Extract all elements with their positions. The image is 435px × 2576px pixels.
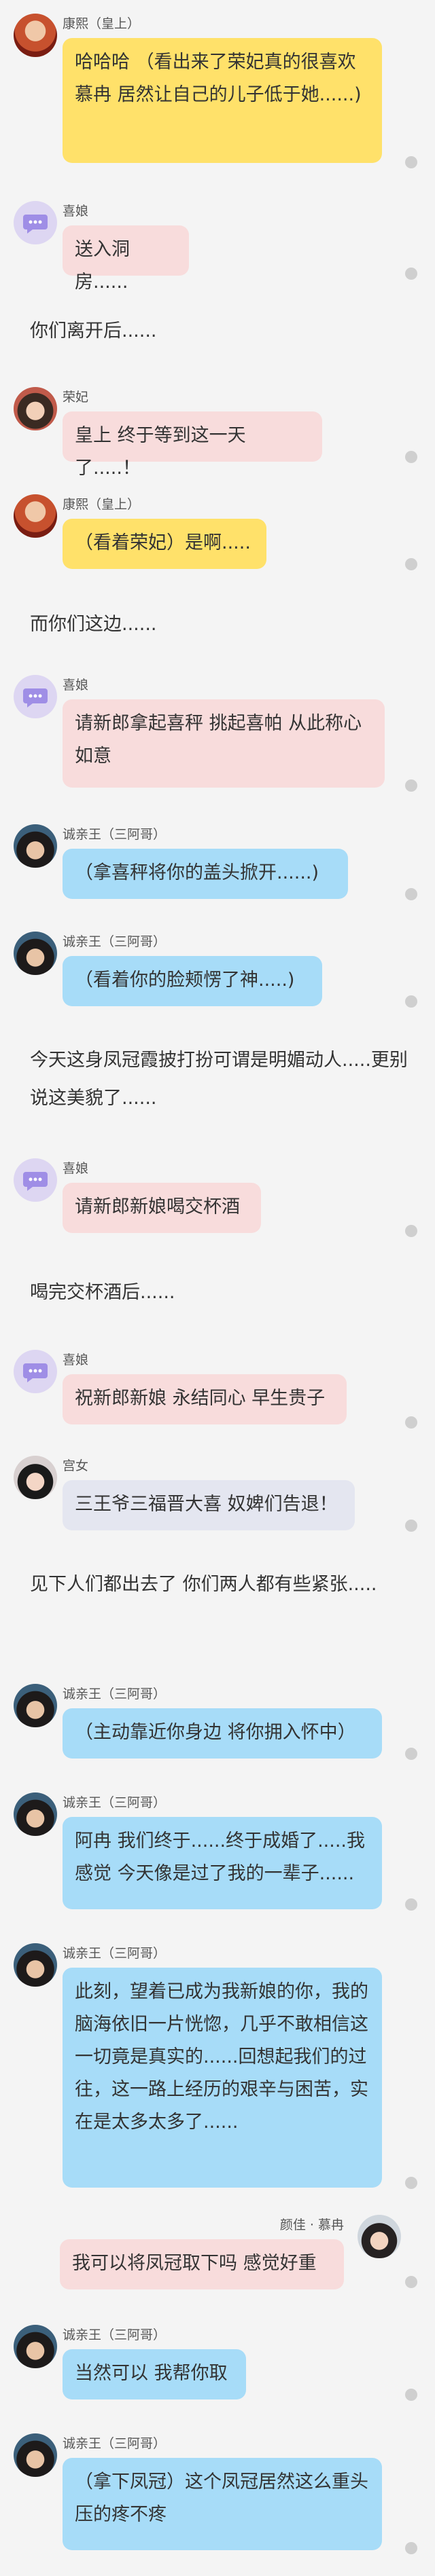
chat-bubble-icon [23,1172,48,1191]
chat-bubble-avatar[interactable] [14,1350,57,1393]
prince-avatar[interactable] [14,2325,57,2368]
status-dot-icon [405,779,417,792]
chat-message: 诚亲王（三阿哥） （拿喜秤将你的盖头掀开......) [0,824,435,906]
narration-text: 喝完交杯酒后...... [30,1282,175,1303]
maid-avatar[interactable] [14,1456,57,1499]
sender-name: 诚亲王（三阿哥） [63,1687,167,1701]
status-dot-icon [405,451,417,463]
message-bubble[interactable]: 请新郎新娘喝交杯酒 [63,1183,261,1233]
message-bubble[interactable]: （拿喜秤将你的盖头掀开......) [63,849,348,899]
chat-bubble-icon [23,688,48,707]
sender-name: 诚亲王（三阿哥） [63,827,167,842]
status-dot-icon [405,156,417,168]
chat-message: 诚亲王（三阿哥） （拿下凤冠）这个凤冠居然这么重头压的疼不疼 [0,2433,435,2566]
status-dot-icon [405,2389,417,2401]
chat-message: 诚亲王（三阿哥） （主动靠近你身边 将你拥入怀中） [0,1684,435,1765]
emperor-avatar[interactable] [14,14,57,57]
chat-message: 宫女 三王爷三福晋大喜 奴婢们告退！ [0,1456,435,1537]
bride-avatar[interactable] [358,2215,401,2258]
message-bubble[interactable]: 祝新郎新娘 永结同心 早生贵子 [63,1374,347,1424]
narration-text: 你们离开后...... [30,320,157,342]
consort-avatar[interactable] [14,387,57,430]
chat-bubble-avatar[interactable] [14,1158,57,1202]
narration-text: 今天这身凤冠霞披打扮可谓是明媚动人.....更别说这美貌了...... [30,1050,408,1109]
status-dot-icon [405,558,417,570]
prince-avatar[interactable] [14,1792,57,1836]
message-bubble[interactable]: 我可以将凤冠取下吗 感觉好重 [60,2239,344,2289]
chat-message: 喜娘 请新郎拿起喜秤 挑起喜帕 从此称心如意 [0,675,435,797]
chat-message: 康熙（皇上） （看着荣妃）是啊..... [0,494,435,576]
message-bubble[interactable]: 三王爷三福晋大喜 奴婢们告退！ [63,1480,355,1530]
message-bubble[interactable]: 送入洞房...... [63,225,189,293]
chat-message: 诚亲王（三阿哥） 阿冉 我们终于......终于成婚了.....我感觉 今天像是… [0,1792,435,1921]
chat-bubble-icon [23,215,48,234]
status-dot-icon [405,268,417,280]
prince-avatar[interactable] [14,1943,57,1987]
sender-name: 诚亲王（三阿哥） [63,2436,167,2451]
sender-name: 诚亲王（三阿哥） [63,934,167,949]
message-bubble[interactable]: （看着荣妃）是啊..... [63,519,266,569]
status-dot-icon [405,995,417,1008]
status-dot-icon [405,1748,417,1760]
prince-avatar[interactable] [14,824,57,868]
chat-message: 康熙（皇上） 哈哈哈 （看出来了荣妃真的很喜欢慕冉 居然让自己的儿子低于她...… [0,14,435,170]
message-bubble[interactable]: 请新郎拿起喜秤 挑起喜帕 从此称心如意 [63,699,385,788]
sender-name: 喜娘 [63,1353,89,1367]
chat-message: 颜佳 · 慕冉 我可以将凤冠取下吗 感觉好重 [0,2215,435,2296]
sender-name: 诚亲王（三阿哥） [63,2327,167,2342]
status-dot-icon [405,1520,417,1532]
sender-name: 宫女 [63,1458,89,1473]
message-bubble[interactable]: （看着你的脸颊愣了神.....) [63,956,322,1006]
chat-message: 喜娘 祝新郎新娘 永结同心 早生贵子 [0,1350,435,1431]
message-bubble[interactable]: 此刻，望着已成为我新娘的你，我的脑海依旧一片恍惚，几乎不敢相信这一切竟是真实的.… [63,1968,382,2188]
emperor-avatar[interactable] [14,494,57,538]
message-bubble[interactable]: 哈哈哈 （看出来了荣妃真的很喜欢慕冉 居然让自己的儿子低于她......) [63,38,382,163]
status-dot-icon [405,888,417,900]
prince-avatar[interactable] [14,2433,57,2477]
sender-name: 喜娘 [63,204,89,219]
narration-text: 见下人们都出去了 你们两人都有些紧张..... [30,1574,377,1595]
status-dot-icon [405,2177,417,2189]
sender-name: 诚亲王（三阿哥） [63,1795,167,1810]
sender-name: 喜娘 [63,678,89,693]
chat-bubble-avatar[interactable] [14,201,57,244]
chat-message: 诚亲王（三阿哥） （看着你的脸颊愣了神.....) [0,932,435,1013]
prince-avatar[interactable] [14,932,57,975]
status-dot-icon [405,1416,417,1429]
chat-bubble-icon [23,1363,48,1382]
message-bubble[interactable]: （拿下凤冠）这个凤冠居然这么重头压的疼不疼 [63,2458,382,2550]
narration-text: 而你们这边...... [30,614,157,635]
sender-name: 荣妃 [63,390,89,405]
status-dot-icon [405,2276,417,2288]
status-dot-icon [405,1225,417,1237]
prince-avatar[interactable] [14,1684,57,1727]
chat-message: 喜娘 请新郎新娘喝交杯酒 [0,1158,435,1240]
chat-message: 诚亲王（三阿哥） 当然可以 我帮你取 [0,2325,435,2406]
sender-name: 康熙（皇上） [63,16,141,31]
sender-name: 颜佳 · 慕冉 [279,2218,344,2232]
sender-name: 喜娘 [63,1161,89,1176]
chat-message: 荣妃 皇上 终于等到这一天了.....！ [0,387,435,479]
chat-message: 诚亲王（三阿哥） 此刻，望着已成为我新娘的你，我的脑海依旧一片恍惚，几乎不敢相信… [0,1943,435,2194]
status-dot-icon [405,2542,417,2554]
message-bubble[interactable]: （主动靠近你身边 将你拥入怀中） [63,1708,382,1759]
chat-bubble-avatar[interactable] [14,675,57,718]
message-bubble[interactable]: 阿冉 我们终于......终于成婚了.....我感觉 今天像是过了我的一辈子..… [63,1817,382,1909]
sender-name: 诚亲王（三阿哥） [63,1946,167,1961]
status-dot-icon [405,1898,417,1911]
message-bubble[interactable]: 当然可以 我帮你取 [63,2349,246,2399]
message-bubble[interactable]: 皇上 终于等到这一天了.....！ [63,411,322,479]
chat-message: 喜娘 送入洞房...... [0,201,435,293]
sender-name: 康熙（皇上） [63,497,141,512]
